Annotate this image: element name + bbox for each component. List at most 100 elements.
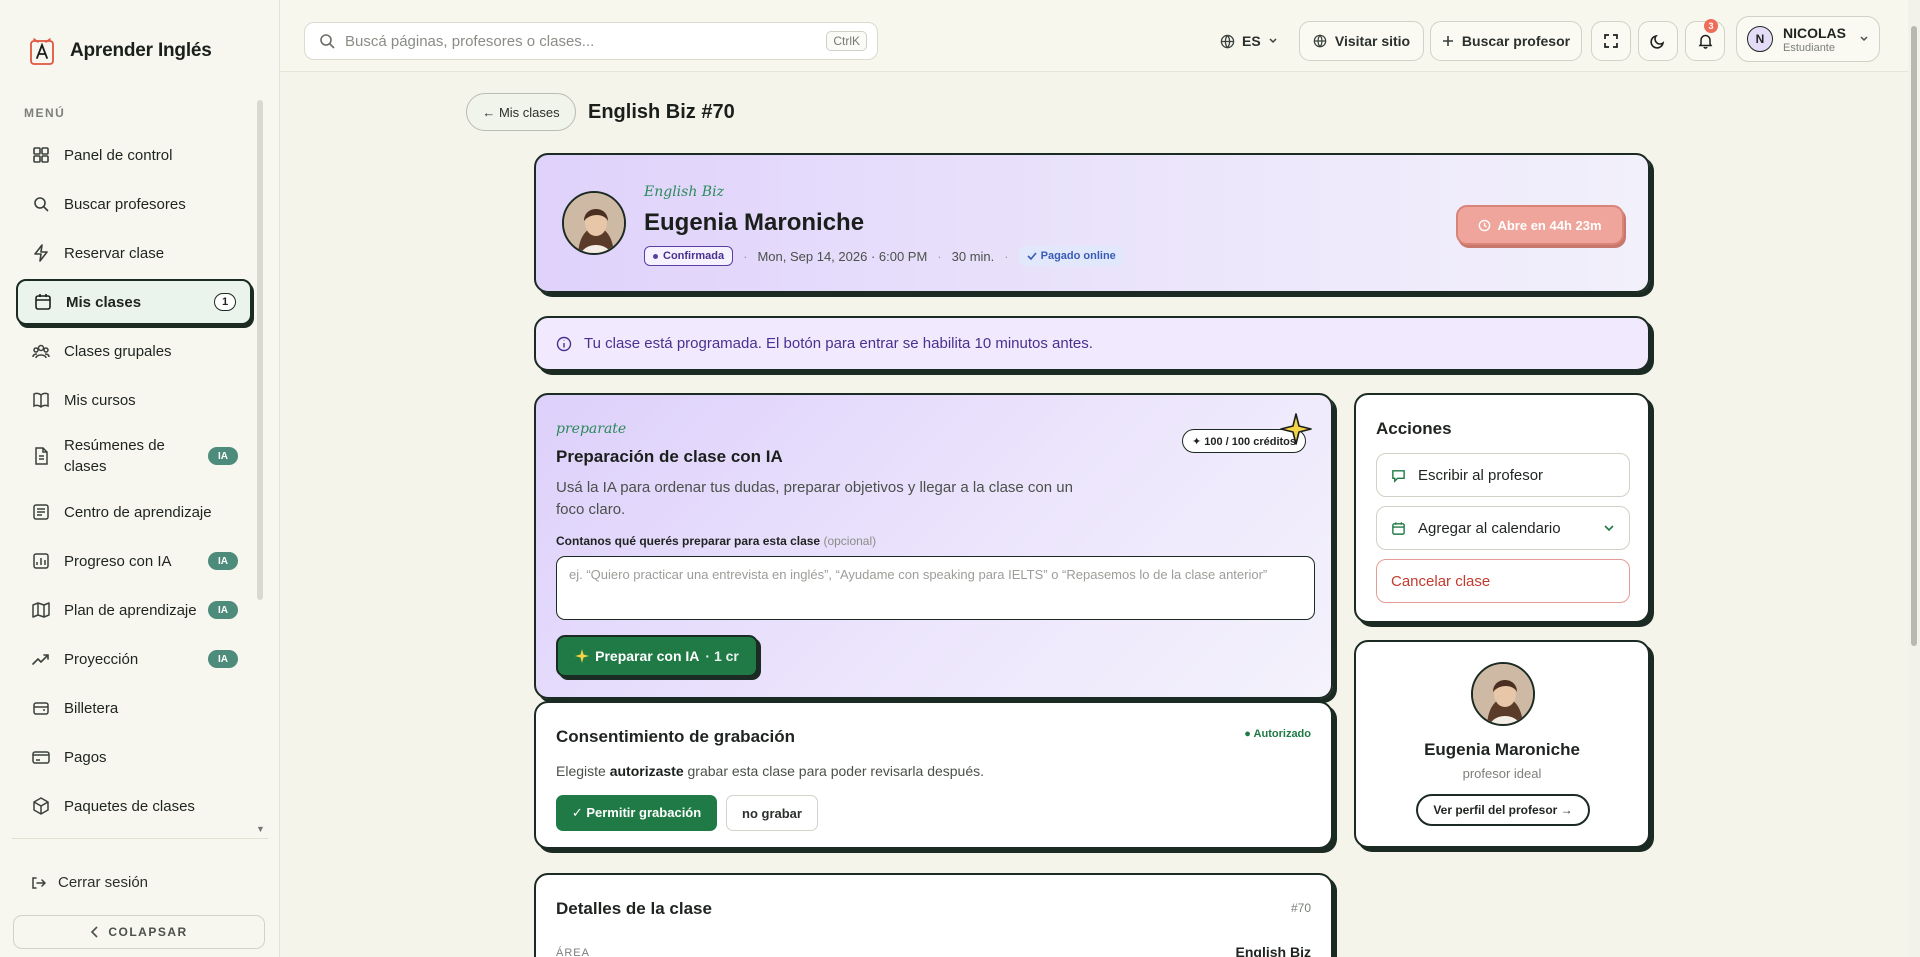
prepare-cost: · 1 cr xyxy=(705,648,739,664)
write-teacher-button[interactable]: Escribir al profesor xyxy=(1376,453,1630,497)
sidebar: Aprender Inglés MENÚ Panel de control Bu… xyxy=(0,0,280,957)
area-label: ÁREA xyxy=(556,947,590,957)
teacher-avatar[interactable] xyxy=(562,191,626,255)
sidebar-item-group-classes[interactable]: Clases grupales xyxy=(16,328,252,374)
box-icon xyxy=(33,797,49,815)
join-class-label: Abre en 44h 23m xyxy=(1497,217,1602,233)
calendar-icon xyxy=(35,294,51,310)
find-teacher-button[interactable]: Buscar profesor xyxy=(1430,21,1582,61)
details-title: Detalles de la clase xyxy=(556,899,712,918)
teacher-name: Eugenia Maroniche xyxy=(644,209,865,236)
prep-field-label: Contanos qué querés preparar para esta c… xyxy=(556,534,876,548)
prep-description: Usá la IA para ordenar tus dudas, prepar… xyxy=(556,479,1073,518)
payment-badge: Pagado online xyxy=(1018,246,1124,266)
back-button[interactable]: ← Mis clases xyxy=(466,93,576,131)
collapse-button[interactable]: COLAPSAR xyxy=(13,915,265,949)
class-details-card: Detalles de la clase #70 ÁREA English Bi… xyxy=(534,873,1333,957)
info-banner: Tu clase está programada. El botón para … xyxy=(534,316,1650,371)
join-class-button[interactable]: Abre en 44h 23m xyxy=(1456,205,1624,245)
document-icon xyxy=(35,447,48,465)
sidebar-item-class-packages[interactable]: Paquetes de clases xyxy=(16,783,252,829)
scrollbar-thumb[interactable] xyxy=(1911,26,1917,646)
teacher-subtitle: profesor ideal xyxy=(1462,766,1542,781)
info-text: Tu clase está programada. El botón para … xyxy=(584,335,1093,352)
moon-icon xyxy=(1650,34,1665,49)
sidebar-item-find-teachers[interactable]: Buscar profesores xyxy=(16,181,252,227)
sidebar-item-label: Clases grupales xyxy=(64,342,172,360)
search-box[interactable]: CtrlK xyxy=(304,22,878,60)
sidebar-item-label: Mis cursos xyxy=(64,391,136,409)
prep-textarea[interactable] xyxy=(556,556,1315,620)
sidebar-item-wallet[interactable]: Billetera xyxy=(16,685,252,731)
sidebar-item-projection[interactable]: Proyección IA xyxy=(16,636,252,682)
view-profile-button[interactable]: Ver perfil del profesor → xyxy=(1416,794,1590,826)
notes-icon xyxy=(33,504,49,520)
chevron-down-icon xyxy=(1269,38,1277,44)
ia-badge: IA xyxy=(208,552,238,570)
status-badge: Confirmada xyxy=(644,246,734,266)
course-label: English Biz xyxy=(644,184,724,200)
visit-site-button[interactable]: Visitar sitio xyxy=(1299,21,1424,61)
map-icon xyxy=(32,602,50,618)
notifications-button[interactable]: 3 xyxy=(1685,19,1725,61)
check-icon xyxy=(1027,252,1037,261)
language-selector[interactable]: ES xyxy=(1220,22,1278,60)
actions-card: Acciones Escribir al profesor Agregar al… xyxy=(1354,393,1650,623)
sidebar-item-my-classes[interactable]: Mis clases 1 xyxy=(16,279,252,325)
page-scrollbar[interactable] xyxy=(1908,0,1920,957)
cancel-class-button[interactable]: Cancelar clase xyxy=(1376,559,1630,603)
sidebar-item-dashboard[interactable]: Panel de control xyxy=(16,132,252,178)
sidebar-item-book-class[interactable]: Reservar clase xyxy=(16,230,252,276)
menu-label: MENÚ xyxy=(24,106,66,120)
sidebar-item-ai-progress[interactable]: Progreso con IA IA xyxy=(16,538,252,584)
divider xyxy=(12,838,268,839)
add-calendar-button[interactable]: Agregar al calendario xyxy=(1376,506,1630,550)
user-name: NICOLAS xyxy=(1783,24,1846,41)
lesson-hero-card: English Biz Eugenia Maroniche Confirmada… xyxy=(534,153,1650,293)
add-calendar-label: Agregar al calendario xyxy=(1418,519,1561,537)
find-teacher-label: Buscar profesor xyxy=(1461,33,1571,49)
sidebar-item-label: Plan de aprendizaje xyxy=(64,601,197,619)
no-recording-button[interactable]: no grabar xyxy=(726,795,818,831)
info-icon xyxy=(556,336,572,351)
prepare-with-ai-button[interactable]: Preparar con IA · 1 cr xyxy=(556,635,758,677)
status-dot xyxy=(653,253,658,259)
sidebar-item-label: Reservar clase xyxy=(64,244,165,262)
sidebar-item-class-summaries[interactable]: Resúmenes de clases IA xyxy=(16,426,252,486)
search-input[interactable] xyxy=(345,32,817,50)
page-title: English Biz #70 xyxy=(588,101,735,123)
scroll-down-icon[interactable]: ▼ xyxy=(256,824,265,834)
write-teacher-label: Escribir al profesor xyxy=(1418,466,1544,484)
fullscreen-button[interactable] xyxy=(1591,21,1631,61)
prep-title: Preparación de clase con IA xyxy=(556,447,783,466)
separator: · xyxy=(1004,248,1009,264)
actions-title: Acciones xyxy=(1376,419,1452,438)
chevron-down-icon xyxy=(1860,36,1868,42)
plus-icon xyxy=(1442,36,1453,46)
ai-prep-card: preparate Preparación de clase con IA ✦ … xyxy=(534,393,1333,699)
user-info: NICOLAS Estudiante xyxy=(1783,25,1849,54)
recording-consent-card: Consentimiento de grabación ● Autorizado… xyxy=(534,701,1333,849)
status-label: Confirmada xyxy=(663,250,725,262)
book-icon xyxy=(33,392,49,409)
teacher-profile-card: Eugenia Maroniche profesor ideal Ver per… xyxy=(1354,640,1650,848)
user-menu-button[interactable]: N NICOLAS Estudiante xyxy=(1736,16,1880,62)
class-id: #70 xyxy=(1290,901,1311,915)
brand[interactable]: Aprender Inglés xyxy=(28,36,212,66)
sidebar-item-my-courses[interactable]: Mis cursos xyxy=(16,377,252,423)
sidebar-item-payments[interactable]: Pagos xyxy=(16,734,252,780)
user-role: Estudiante xyxy=(1783,41,1835,54)
teacher-avatar[interactable] xyxy=(1471,662,1535,726)
sidebar-item-label: Buscar profesores xyxy=(64,195,186,213)
sidebar-item-learning-center[interactable]: Centro de aprendizaje xyxy=(16,489,252,535)
teacher-name: Eugenia Maroniche xyxy=(1424,740,1580,759)
chart-icon xyxy=(33,553,49,569)
visit-site-label: Visitar sitio xyxy=(1334,33,1411,49)
sidebar-scrollbar[interactable] xyxy=(257,100,263,600)
sidebar-item-learning-plan[interactable]: Plan de aprendizaje IA xyxy=(16,587,252,633)
theme-toggle-button[interactable] xyxy=(1638,21,1678,61)
logout-button[interactable]: Cerrar sesión xyxy=(30,874,148,891)
prep-field-label-text: Contanos qué querés preparar para esta c… xyxy=(556,534,821,548)
allow-recording-button[interactable]: ✓ Permitir grabación xyxy=(556,795,717,831)
grid-icon xyxy=(33,147,49,163)
